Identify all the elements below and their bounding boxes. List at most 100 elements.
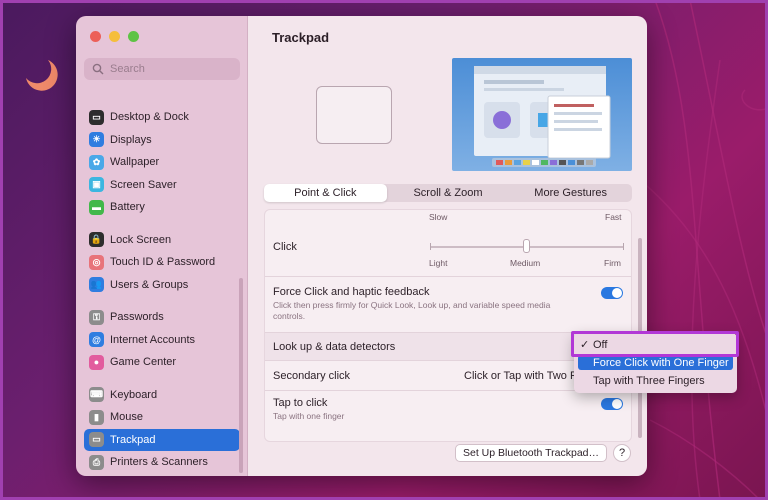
slider-tick [430,243,431,250]
lock-icon: 🔒 [89,232,104,248]
checkmark-icon: ✓ [580,339,590,351]
tab-more-gestures[interactable]: More Gestures [509,184,632,202]
tracking-speed-row: Slow Fast [265,210,631,225]
trackpad-preview-image [316,86,392,144]
lookup-dropdown-menu: ✓ Off Force Click with One Finger Tap wi… [574,333,737,393]
tap-to-click-row: Tap to click Tap with one finger [265,391,631,431]
sidebar-item-label: Users & Groups [110,278,189,291]
force-click-toggle[interactable] [601,287,623,299]
sidebar-item-label: Battery [110,201,145,214]
tap-to-click-label: Tap to click [273,397,328,409]
menu-item-label: Off [593,338,608,351]
search-input[interactable]: Search [84,58,240,80]
sidebar-item-game-center[interactable]: ● Game Center [84,351,240,374]
close-button[interactable] [90,31,101,42]
at-icon: @ [89,332,104,348]
click-row: Click Light Medium Firm [265,225,631,277]
sidebar-item-internet-accounts[interactable]: @ Internet Accounts [84,329,240,352]
wallpaper-icon: ✿ [89,154,104,170]
game-center-icon: ● [89,354,104,370]
sidebar-item-label: Touch ID & Password [110,256,216,269]
sidebar-item-desktop-dock[interactable]: ▭ Desktop & Dock [84,106,240,129]
click-light-label: Light [429,258,448,268]
mouse-icon: ▮ [89,409,104,425]
setup-bluetooth-trackpad-button[interactable]: Set Up Bluetooth Trackpad… [455,444,607,462]
sidebar-item-passwords[interactable]: ⚿ Passwords [84,306,240,329]
secondary-click-select[interactable]: Click or Tap with Two F [464,370,577,382]
sidebar-scrollbar[interactable] [239,278,243,473]
tap-to-click-toggle[interactable] [601,398,623,410]
settings-window: Search ▭ Desktop & Dock ☀ Displays ✿ Wallpape… [76,16,647,476]
sidebar-item-lock-screen[interactable]: 🔒 Lock Screen [84,229,240,252]
sidebar-item-label: Mouse [110,411,144,424]
help-button[interactable]: ? [613,444,631,462]
sidebar-item-label: Trackpad [110,433,156,446]
printer-icon: ⎙ [89,454,104,470]
sidebar-list: ▭ Desktop & Dock ☀ Displays ✿ Wallpaper ▣ Scree… [84,106,240,474]
sidebar-item-battery[interactable]: ▬ Battery [84,196,240,219]
sidebar-item-label: Internet Accounts [110,333,195,346]
tracking-slow-label: Slow [429,212,448,222]
menu-item-label: Force Click with One Finger [593,356,729,369]
click-slider-knob[interactable] [523,239,530,253]
settings-panel: Slow Fast Click Light Medium Firm Force … [264,209,632,442]
sidebar: Search ▭ Desktop & Dock ☀ Displays ✿ Wallpape… [76,16,248,476]
sidebar-item-label: Game Center [110,356,177,369]
moon-icon [26,60,58,91]
dock-icon: ▭ [89,109,104,125]
sidebar-item-label: Keyboard [110,388,158,401]
menu-item-force-click-one-finger[interactable]: Force Click with One Finger [578,355,733,370]
tab-scroll-zoom[interactable]: Scroll & Zoom [387,184,510,202]
menu-item-tap-three-fingers[interactable]: Tap with Three Fingers [574,373,737,388]
sidebar-item-touch-id-password[interactable]: ◎ Touch ID & Password [84,251,240,274]
menu-item-label: Tap with Three Fingers [593,374,705,387]
force-click-label: Force Click and haptic feedback [273,286,430,298]
tab-bar: Point & Click Scroll & Zoom More Gesture… [264,184,632,202]
tracking-fast-label: Fast [605,212,622,222]
click-medium-label: Medium [510,258,541,268]
sidebar-item-label: Displays [110,133,152,146]
sidebar-item-displays[interactable]: ☀ Displays [84,129,240,152]
sidebar-item-trackpad[interactable]: ▭ Trackpad [84,428,240,451]
key-icon: ⚿ [89,309,104,325]
traffic-lights [90,31,139,42]
keyboard-icon: ⌨ [89,387,104,403]
trackpad-icon: ▭ [89,432,104,448]
force-click-description: Click then press firmly for Quick Look, … [273,300,551,321]
force-click-row: Force Click and haptic feedback Click th… [265,277,631,333]
tap-to-click-description: Tap with one finger [273,411,345,421]
gesture-video-preview [452,58,632,171]
sidebar-item-screen-saver[interactable]: ▣ Screen Saver [84,174,240,197]
page-title: Trackpad [272,30,330,45]
menu-item-off[interactable]: ✓ Off [574,337,737,352]
sidebar-item-label: Printers & Scanners [110,456,208,469]
zoom-button[interactable] [128,31,139,42]
search-placeholder: Search [110,63,145,75]
users-icon: 👥 [89,277,104,293]
sidebar-item-label: Lock Screen [110,233,172,246]
sidebar-item-label: Desktop & Dock [110,111,189,124]
sidebar-item-label: Screen Saver [110,178,177,191]
sidebar-item-label: Passwords [110,311,164,324]
fingerprint-icon: ◎ [89,254,104,270]
sidebar-item-keyboard[interactable]: ⌨ Keyboard [84,384,240,407]
main-pane: Trackpad Point & Click Scroll & Zoom Mor… [248,16,647,476]
sidebar-item-mouse[interactable]: ▮ Mouse [84,406,240,429]
tab-point-click[interactable]: Point & Click [264,184,387,202]
secondary-click-label: Secondary click [273,370,351,382]
minimize-button[interactable] [109,31,120,42]
search-icon [92,63,104,75]
sidebar-item-label: Wallpaper [110,156,160,169]
sun-icon: ☀ [89,132,104,148]
click-firm-label: Firm [604,258,621,268]
sidebar-item-wallpaper[interactable]: ✿ Wallpaper [84,151,240,174]
sidebar-item-users-groups[interactable]: 👥 Users & Groups [84,274,240,297]
sidebar-item-printers-scanners[interactable]: ⎙ Printers & Scanners [84,451,240,474]
slider-tick [623,243,624,250]
screen-saver-icon: ▣ [89,177,104,193]
battery-icon: ▬ [89,199,104,215]
lookup-label: Look up & data detectors [273,341,396,353]
